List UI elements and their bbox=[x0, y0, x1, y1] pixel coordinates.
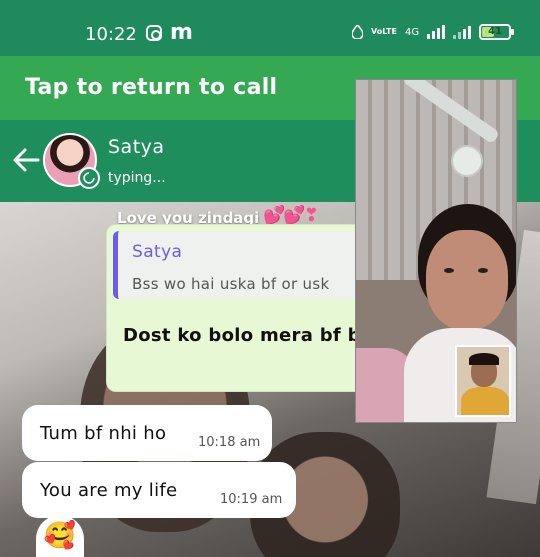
outgoing-message[interactable]: Satya Bss wo hai uska bf or usk Dost ko … bbox=[106, 224, 386, 392]
caller-face bbox=[426, 230, 508, 330]
message-time: 10:19 am bbox=[220, 492, 283, 507]
instagram-icon bbox=[146, 25, 162, 41]
caller-eye bbox=[478, 268, 488, 273]
status-time: 10:22 bbox=[85, 24, 137, 45]
battery-level: 41 bbox=[488, 26, 503, 37]
video-call-overlay[interactable] bbox=[355, 79, 517, 423]
signal-icon bbox=[427, 25, 446, 39]
volte-label: VoLTE bbox=[371, 27, 397, 36]
status-right-icons: VoLTE 4G 41 bbox=[352, 24, 515, 40]
ceiling-fan-hub bbox=[451, 145, 483, 177]
self-view-thumbnail[interactable] bbox=[455, 345, 511, 417]
self-hair bbox=[469, 353, 499, 365]
back-arrow-icon[interactable] bbox=[10, 146, 42, 174]
typing-status: typing... bbox=[108, 170, 166, 186]
quote-author: Satya bbox=[132, 242, 183, 262]
message-text: You are my life bbox=[40, 480, 178, 501]
network-type: 4G bbox=[404, 26, 420, 38]
quoted-reply[interactable]: Satya Bss wo hai uska bf or usk bbox=[113, 231, 383, 299]
contact-name[interactable]: Satya bbox=[108, 136, 165, 158]
battery-icon: 41 bbox=[479, 24, 515, 40]
self-body bbox=[461, 387, 509, 415]
incoming-message[interactable]: You are my life 10:19 am bbox=[22, 462, 296, 518]
caller-eye bbox=[444, 268, 454, 273]
incoming-message[interactable]: Tum bf nhi ho 10:18 am bbox=[22, 405, 272, 461]
status-ring-icon bbox=[78, 167, 100, 189]
data-saver-icon bbox=[352, 25, 363, 39]
message-text: Dost ko bolo mera bf b bbox=[123, 325, 361, 346]
notification-icons: m bbox=[146, 20, 193, 45]
messenger-m-icon: m bbox=[170, 20, 193, 45]
signal-icon-sim2 bbox=[453, 25, 472, 39]
smiling-hearts-emoji: 🥰 bbox=[43, 521, 77, 551]
reaction-message[interactable]: 🥰 bbox=[36, 515, 84, 557]
quote-text: Bss wo hai uska bf or usk bbox=[132, 275, 330, 293]
status-bar: 10:22 m VoLTE 4G 41 bbox=[0, 0, 540, 56]
message-time: 10:18 am bbox=[198, 435, 261, 450]
return-to-call-label: Tap to return to call bbox=[25, 75, 278, 100]
message-text: Tum bf nhi ho bbox=[40, 423, 167, 444]
hearts-emoji: 💕💕❣ bbox=[263, 205, 319, 226]
